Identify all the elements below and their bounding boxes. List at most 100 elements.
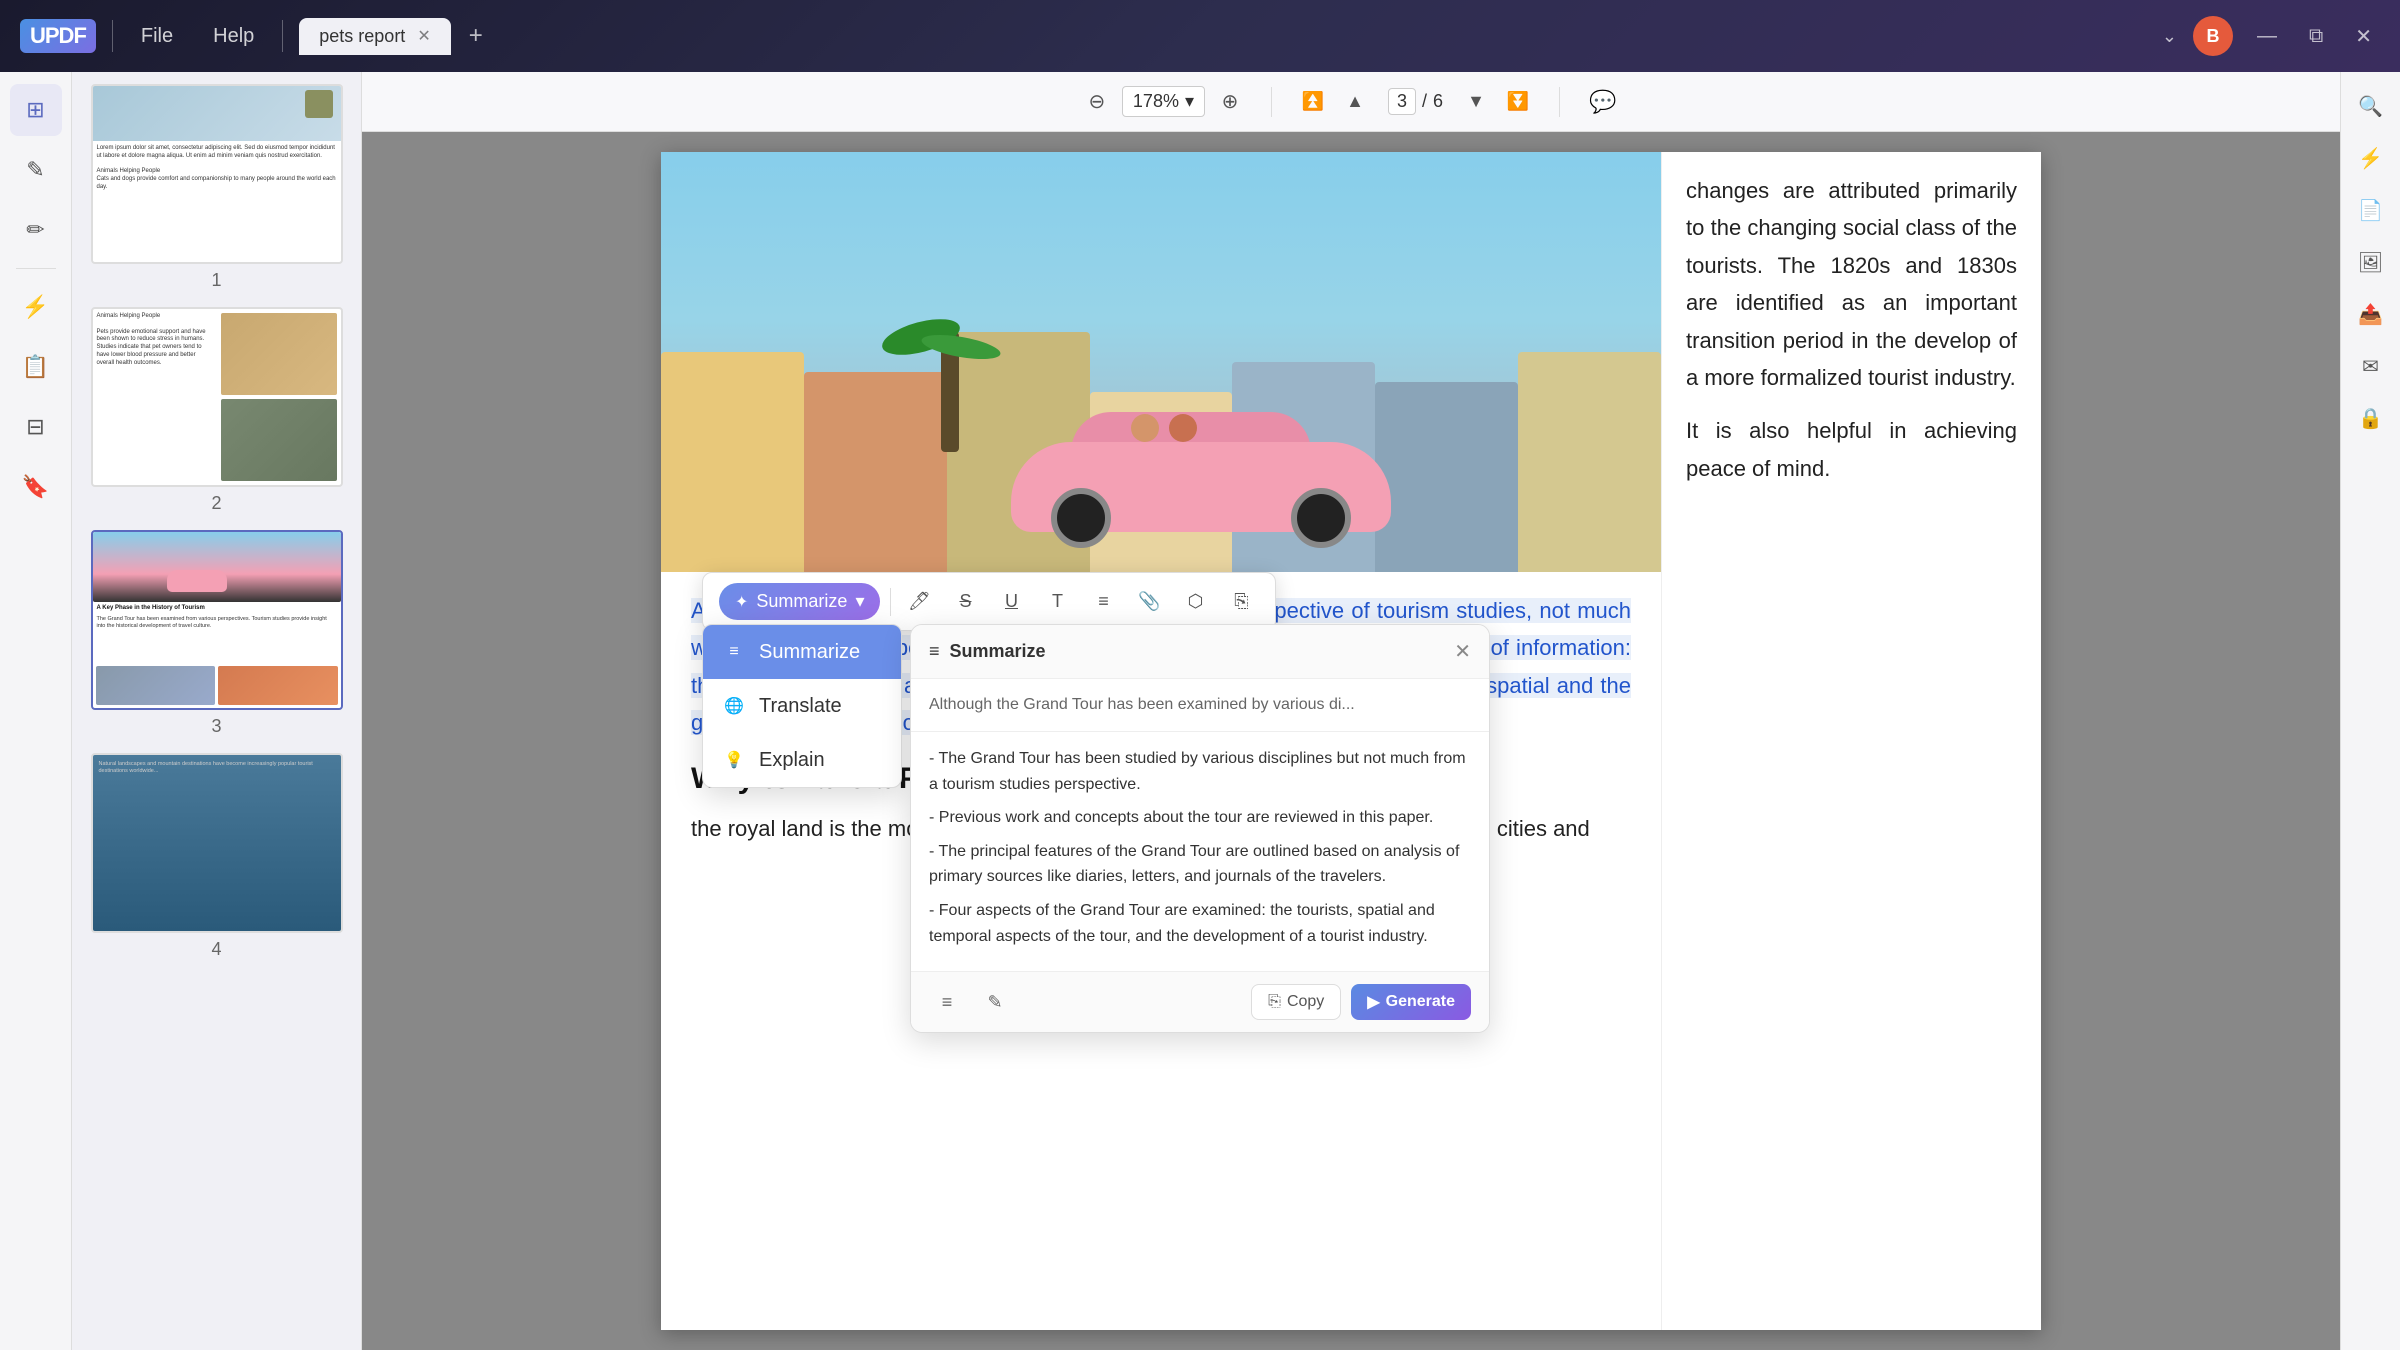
footer-list-icon[interactable]: ≡ xyxy=(929,984,965,1020)
file-menu-btn[interactable]: File xyxy=(129,19,185,54)
thumbnail-1[interactable]: Lorem ipsum dolor sit amet, consectetur … xyxy=(80,84,353,291)
doc-right: changes are attributed primarily to the … xyxy=(1661,152,2041,1330)
right-text-1: changes are attributed primarily to the … xyxy=(1686,172,2017,396)
first-page-btn[interactable]: ⏫ xyxy=(1296,85,1330,119)
thumb-card-2[interactable]: Animals Helping People Pets provide emot… xyxy=(91,307,343,487)
zoom-out-btn[interactable]: ⊖ xyxy=(1080,85,1114,119)
thumb-images-2 xyxy=(217,309,341,485)
r-tool-1-btn[interactable]: ⚡ xyxy=(2349,136,2393,180)
app-logo: UPDF xyxy=(20,19,96,53)
zoom-controls: ⊖ 178% ▾ ⊕ xyxy=(1080,85,1247,119)
highlight-btn[interactable]: 🖊 xyxy=(901,584,937,620)
last-page-btn[interactable]: ⏬ xyxy=(1501,85,1535,119)
r-tool-6-btn[interactable]: 🔒 xyxy=(2349,396,2393,440)
thumb-card-4[interactable]: Natural landscapes and mountain destinat… xyxy=(91,753,343,933)
thumb-label-2: 2 xyxy=(211,493,221,514)
page-total: 6 xyxy=(1433,91,1443,112)
translate-menu-label: Translate xyxy=(759,695,842,718)
panel-footer-icons: ≡ ✎ xyxy=(929,984,1013,1020)
toolbar-divider-2 xyxy=(1559,87,1560,117)
collapse-btn[interactable]: ⌄ xyxy=(2162,26,2177,47)
title-right: ⌄ B — ⧉ ✕ xyxy=(2162,16,2380,56)
summarize-panel: ≡ Summarize ✕ Although the Grand Tour ha… xyxy=(910,624,1490,1033)
tab-label: pets report xyxy=(319,26,405,47)
thumbnail-4[interactable]: Natural landscapes and mountain destinat… xyxy=(80,753,353,960)
page-view[interactable]: Although the Grand Tour has been examine… xyxy=(362,132,2340,1350)
panel-title: Summarize xyxy=(950,641,1046,662)
text-color-btn[interactable]: T xyxy=(1039,584,1075,620)
panel-header-left: ≡ Summarize xyxy=(929,641,1046,662)
thumb-img-cat xyxy=(305,90,333,118)
copy-format-btn[interactable]: ⎘ xyxy=(1223,584,1259,620)
menu-item-explain[interactable]: 💡 Explain xyxy=(703,733,901,787)
stamp-btn[interactable]: ⬡ xyxy=(1177,584,1213,620)
thumb-card-3[interactable]: A Key Phase in the History of Tourism Th… xyxy=(91,530,343,710)
summarize-label: Summarize xyxy=(756,591,847,612)
underline-btn[interactable]: U xyxy=(993,584,1029,620)
thumbnail-2[interactable]: Animals Helping People Pets provide emot… xyxy=(80,307,353,514)
thumbnail-3[interactable]: A Key Phase in the History of Tourism Th… xyxy=(80,530,353,737)
page-current[interactable]: 3 xyxy=(1388,88,1416,115)
r-tool-3-btn[interactable]: 🖼 xyxy=(2349,240,2393,284)
maximize-btn[interactable]: ⧉ xyxy=(2301,21,2331,52)
thumb-text-2: Animals Helping People Pets provide emot… xyxy=(93,309,217,485)
summarize-dropdown-arrow: ▾ xyxy=(855,591,864,612)
bookmark-tool-btn[interactable]: 🔖 xyxy=(10,461,62,513)
r-tool-2-btn[interactable]: 📄 xyxy=(2349,188,2393,232)
strikethrough-btn[interactable]: S xyxy=(947,584,983,620)
generate-label: Generate xyxy=(1386,993,1455,1011)
generate-btn[interactable]: ▶ Generate xyxy=(1351,984,1471,1020)
toolbar-divider-1 xyxy=(1271,87,1272,117)
tab-pets-report[interactable]: pets report ✕ xyxy=(299,18,450,55)
note-btn[interactable]: 📎 xyxy=(1131,584,1167,620)
content-area: ⊖ 178% ▾ ⊕ ⏫ ▲ 3 / 6 ▼ ⏬ 💬 xyxy=(362,72,2340,1350)
zoom-in-btn[interactable]: ⊕ xyxy=(1213,85,1247,119)
ocr-tool-btn[interactable]: ⊟ xyxy=(10,401,62,453)
app-body: ⊞ ✎ ✏ ⚡ 📋 ⊟ 🔖 Lorem ipsum dolor sit amet… xyxy=(0,72,2400,1350)
zoom-level-display[interactable]: 178% ▾ xyxy=(1122,86,1205,117)
panel-input-area: Although the Grand Tour has been examine… xyxy=(911,679,1489,732)
thumb-label-4: 4 xyxy=(211,939,221,960)
summary-bullet-1: - The Grand Tour has been studied by var… xyxy=(929,746,1471,797)
page-indicator: 3 / 6 xyxy=(1388,88,1443,115)
thumb-text-1: Lorem ipsum dolor sit amet, consectetur … xyxy=(93,141,341,196)
pages-tool-btn[interactable]: ⊞ xyxy=(10,84,62,136)
ai-toolbar: ✦ Summarize ▾ 🖊 S U T ≡ 📎 ⬡ ⎘ xyxy=(702,572,1276,631)
copy-icon: ⎘ xyxy=(1268,993,1281,1011)
panel-header: ≡ Summarize ✕ xyxy=(911,625,1489,679)
r-tool-4-btn[interactable]: 📤 xyxy=(2349,292,2393,336)
ai-summarize-btn[interactable]: ✦ Summarize ▾ xyxy=(719,583,880,620)
edit-tool-btn[interactable]: ✎ xyxy=(10,144,62,196)
pdf-image xyxy=(661,152,1661,572)
thumb-label-3: 3 xyxy=(211,716,221,737)
copy-label: Copy xyxy=(1287,993,1324,1011)
panel-input-text: Although the Grand Tour has been examine… xyxy=(929,693,1471,717)
prev-page-btn[interactable]: ▲ xyxy=(1338,85,1372,119)
tab-close-btn[interactable]: ✕ xyxy=(417,26,430,46)
page-sep: / xyxy=(1422,91,1427,112)
annotate-tool-btn[interactable]: ✏ xyxy=(10,204,62,256)
right-text-2: It is also helpful in achieving peace of… xyxy=(1686,412,2017,487)
minimize-btn[interactable]: — xyxy=(2249,21,2285,52)
tab-add-btn[interactable]: + xyxy=(459,18,493,54)
menu-item-translate[interactable]: 🌐 Translate xyxy=(703,679,901,733)
organize-tool-btn[interactable]: 📋 xyxy=(10,341,62,393)
panel-close-btn[interactable]: ✕ xyxy=(1454,639,1471,664)
next-page-btn[interactable]: ▼ xyxy=(1459,85,1493,119)
convert-tool-btn[interactable]: ⚡ xyxy=(10,281,62,333)
top-toolbar: ⊖ 178% ▾ ⊕ ⏫ ▲ 3 / 6 ▼ ⏬ 💬 xyxy=(362,72,2340,132)
footer-edit-icon[interactable]: ✎ xyxy=(977,984,1013,1020)
thumb-card-1[interactable]: Lorem ipsum dolor sit amet, consectetur … xyxy=(91,84,343,264)
generate-icon: ▶ xyxy=(1367,992,1379,1012)
avatar[interactable]: B xyxy=(2193,16,2233,56)
menu-item-summarize[interactable]: ≡ Summarize xyxy=(703,625,901,679)
r-tool-5-btn[interactable]: ✉ xyxy=(2349,344,2393,388)
help-menu-btn[interactable]: Help xyxy=(201,19,266,54)
comment-btn[interactable]: 💬 xyxy=(1584,83,1622,121)
tab-bar: pets report ✕ + xyxy=(299,18,2146,55)
close-btn[interactable]: ✕ xyxy=(2347,20,2380,53)
r-search-btn[interactable]: 🔍 xyxy=(2349,84,2393,128)
explain-menu-icon: 💡 xyxy=(721,747,747,773)
list-btn[interactable]: ≡ xyxy=(1085,584,1121,620)
copy-btn[interactable]: ⎘ Copy xyxy=(1251,984,1341,1020)
